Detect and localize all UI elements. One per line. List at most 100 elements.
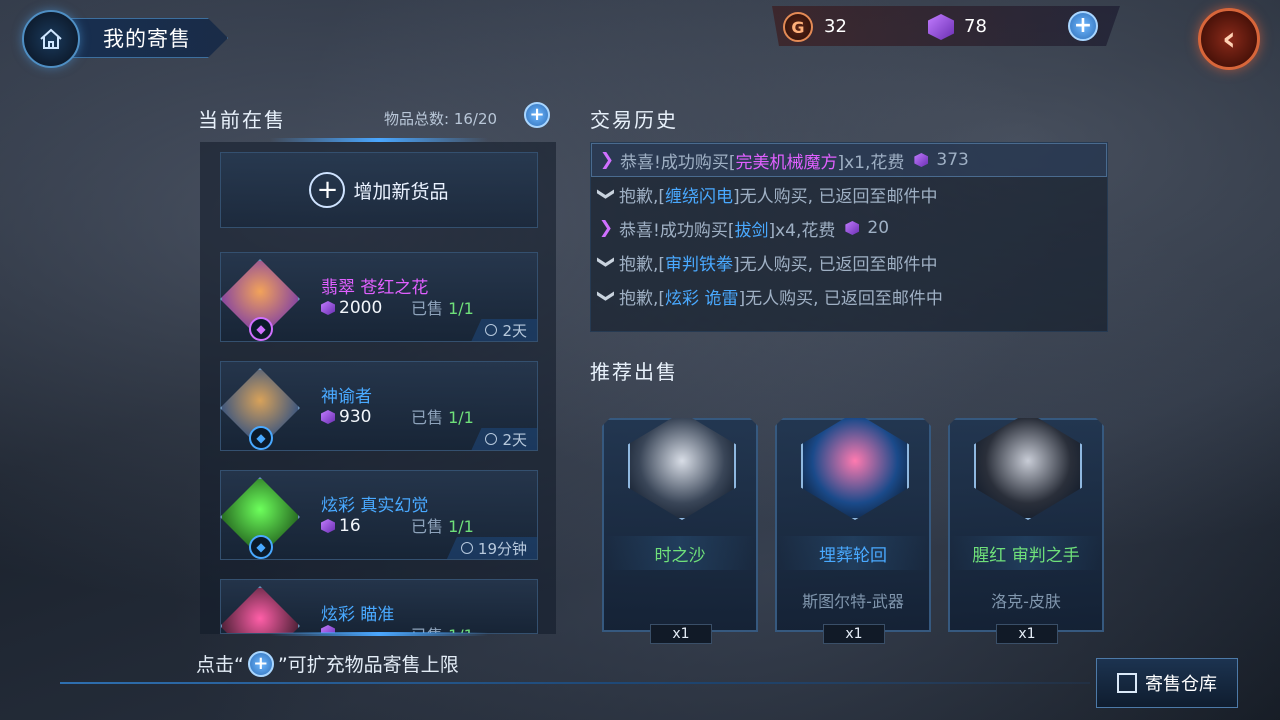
time-value: 19分钟 bbox=[477, 539, 527, 558]
time-value: 2天 bbox=[502, 430, 527, 449]
add-new-item-label: 增加新货品 bbox=[353, 180, 449, 203]
page-title-text: 我的寄售 bbox=[103, 27, 191, 51]
item-price: 16 bbox=[321, 516, 361, 536]
item-total-value: 16/20 bbox=[453, 110, 498, 128]
history-item-name: 完美机械魔方 bbox=[735, 152, 838, 173]
history-text-suffix: ]x4,花费 bbox=[768, 220, 836, 241]
divider bbox=[270, 632, 488, 636]
chevron-down-icon: ❯ bbox=[596, 288, 616, 304]
recommend-item-type: 斯图尔特-武器 bbox=[802, 592, 904, 611]
recommend-heading: 推荐出售 bbox=[590, 360, 678, 384]
history-item-name: 拔剑 bbox=[734, 220, 769, 241]
item-price-value: 930 bbox=[339, 407, 372, 427]
history-row[interactable]: ❯ 抱歉,[ 缠绕闪电 ]无人购买, 已返回至邮件中 bbox=[591, 177, 1107, 211]
recommend-item-type: 洛克-皮肤 bbox=[991, 592, 1061, 611]
chevron-down-icon: ❯ bbox=[596, 254, 616, 270]
hint-text-before: 点击“ bbox=[196, 654, 244, 676]
clock-icon bbox=[485, 324, 498, 336]
gem-icon bbox=[914, 153, 929, 167]
sale-item-card[interactable]: ◆ 炫彩 瞄准 已售 1/1 bbox=[220, 579, 538, 634]
recommend-card[interactable]: 埋葬轮回 斯图尔特-武器 bbox=[775, 418, 931, 632]
recommend-card[interactable]: 时之沙 bbox=[602, 418, 758, 632]
plus-icon: + bbox=[247, 650, 274, 677]
back-button[interactable]: ‹ bbox=[1198, 8, 1260, 70]
recommend-item-name: 时之沙 bbox=[604, 536, 756, 570]
recommend-item-name: 腥红 审判之手 bbox=[950, 536, 1102, 570]
history-text-prefix: 抱歉,[ bbox=[619, 186, 666, 207]
sale-item-card[interactable]: ◆ 炫彩 真实幻觉 16 已售 1/1 19分钟 bbox=[220, 470, 538, 560]
gem-icon bbox=[321, 519, 335, 533]
storage-icon bbox=[1117, 673, 1137, 693]
recommend-card[interactable]: 腥红 审判之手 洛克-皮肤 bbox=[948, 418, 1104, 632]
expand-capacity-button[interactable]: + bbox=[524, 102, 550, 128]
clock-icon bbox=[460, 542, 473, 554]
chevron-down-icon: ❯ bbox=[596, 186, 616, 202]
history-text-suffix: ]无人购买, 已返回至邮件中 bbox=[738, 288, 943, 309]
time-value: 2天 bbox=[502, 321, 527, 340]
time-remaining: 2天 bbox=[471, 319, 537, 341]
item-total-label: 物品总数: bbox=[384, 110, 450, 128]
recharge-plus-button[interactable]: + bbox=[1068, 11, 1098, 41]
history-row[interactable]: ❯ 恭喜!成功购买[ 完美机械魔方 ]x1,花费 373 bbox=[591, 143, 1107, 177]
gem-icon bbox=[321, 301, 335, 315]
history-list[interactable]: ❯ 恭喜!成功购买[ 完美机械魔方 ]x1,花费 373 ❯ 抱歉,[ 缠绕闪电… bbox=[590, 142, 1108, 332]
home-button[interactable] bbox=[22, 10, 80, 68]
gem-value: 78 bbox=[964, 16, 987, 37]
chevron-right-icon: ❯ bbox=[598, 218, 614, 238]
rarity-badge-icon: ◆ bbox=[249, 535, 273, 559]
consignment-storage-button[interactable]: 寄售仓库 bbox=[1096, 658, 1238, 708]
sold-label: 已售 bbox=[411, 408, 444, 427]
sold-count: 1/1 bbox=[448, 408, 474, 427]
recommend-item-quantity: x1 bbox=[996, 624, 1058, 644]
item-sold-status: 已售 1/1 bbox=[411, 295, 474, 319]
rarity-badge-icon: ◆ bbox=[249, 317, 273, 341]
recommend-item-name: 埋葬轮回 bbox=[777, 536, 929, 570]
storage-label: 寄售仓库 bbox=[1145, 674, 1217, 695]
history-row[interactable]: ❯ 抱歉,[ 审判铁拳 ]无人购买, 已返回至邮件中 bbox=[591, 245, 1107, 279]
time-remaining: 19分钟 bbox=[446, 537, 537, 559]
history-item-name: 缠绕闪电 bbox=[665, 186, 734, 207]
back-arrow-icon: ‹ bbox=[1221, 19, 1236, 59]
sold-label: 已售 bbox=[411, 517, 444, 536]
history-heading: 交易历史 bbox=[590, 108, 678, 132]
history-text-prefix: 恭喜!成功购买[ bbox=[619, 220, 735, 241]
item-name: 炫彩 瞄准 bbox=[321, 605, 395, 625]
item-portrait bbox=[221, 586, 300, 633]
home-icon bbox=[40, 28, 62, 49]
hint-text-after: ”可扩充物品寄售上限 bbox=[277, 654, 459, 676]
sale-item-card[interactable]: ◆ 翡翠 苍红之花 2000 已售 1/1 2天 bbox=[220, 252, 538, 342]
recommend-item-image bbox=[801, 412, 909, 520]
recommend-item-image bbox=[974, 412, 1082, 520]
expand-hint: 点击“ + ”可扩充物品寄售上限 bbox=[196, 650, 459, 677]
gold-value: 32 bbox=[824, 16, 847, 37]
history-text-suffix: ]无人购买, 已返回至邮件中 bbox=[733, 186, 938, 207]
history-cost: 373 bbox=[936, 150, 969, 170]
item-total: 物品总数: 16/20 bbox=[384, 108, 497, 129]
footer-divider bbox=[60, 682, 1090, 684]
time-remaining: 2天 bbox=[471, 428, 537, 450]
gold-coin-icon: G bbox=[783, 12, 813, 42]
on-sale-heading: 当前在售 bbox=[198, 108, 286, 132]
item-price-value: 2000 bbox=[339, 298, 383, 318]
item-sold-status: 已售 1/1 bbox=[411, 404, 474, 428]
item-sold-status: 已售 1/1 bbox=[411, 513, 474, 537]
item-name: 神谕者 bbox=[321, 387, 372, 407]
sold-label: 已售 bbox=[411, 299, 444, 318]
sale-item-card[interactable]: ◆ 神谕者 930 已售 1/1 2天 bbox=[220, 361, 538, 451]
item-price: 2000 bbox=[321, 298, 382, 318]
recommend-item-image bbox=[628, 412, 736, 520]
history-text-suffix: ]x1,花费 bbox=[837, 152, 905, 173]
divider bbox=[270, 138, 488, 142]
history-text-prefix: 抱歉,[ bbox=[619, 288, 666, 309]
sold-count: 1/1 bbox=[448, 517, 474, 536]
chevron-right-icon: ❯ bbox=[599, 150, 615, 170]
history-row[interactable]: ❯ 抱歉,[ 炫彩 诡雷 ]无人购买, 已返回至邮件中 bbox=[591, 279, 1107, 313]
sold-count: 1/1 bbox=[448, 299, 474, 318]
history-row[interactable]: ❯ 恭喜!成功购买[ 拔剑 ]x4,花费 20 bbox=[591, 211, 1107, 245]
recommend-item-quantity: x1 bbox=[650, 624, 712, 644]
page-title: 我的寄售 bbox=[60, 18, 228, 58]
history-item-name: 炫彩 诡雷 bbox=[665, 288, 739, 309]
add-new-item-button[interactable]: + 增加新货品 bbox=[220, 152, 538, 228]
rarity-badge-icon: ◆ bbox=[249, 426, 273, 450]
plus-icon: + bbox=[309, 172, 346, 208]
